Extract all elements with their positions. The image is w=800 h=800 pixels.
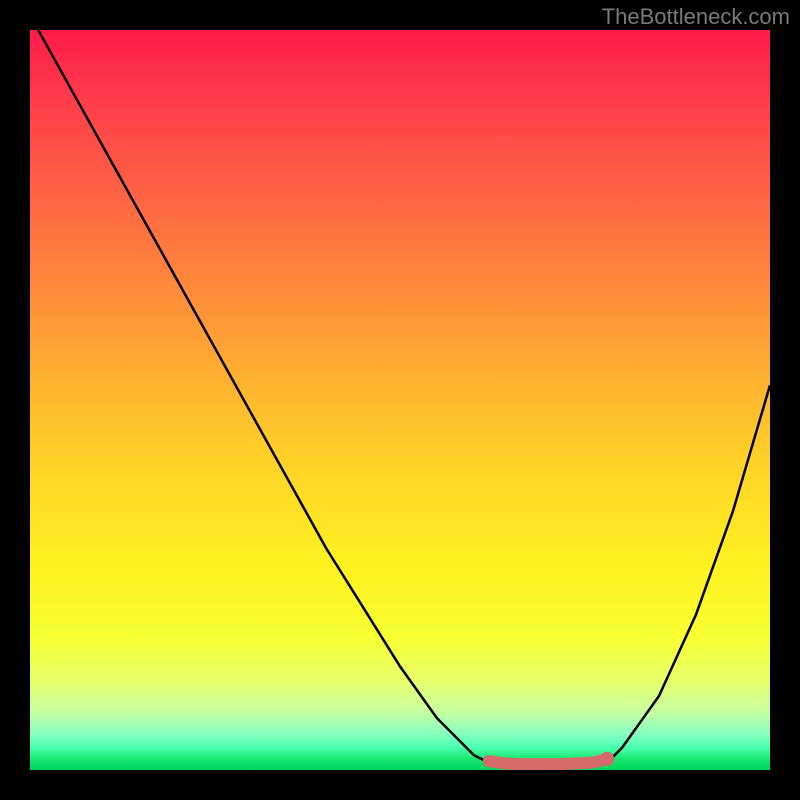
sweet-spot-end-dot [600, 752, 614, 766]
bottleneck-curve [30, 30, 770, 766]
watermark-text: TheBottleneck.com [602, 4, 790, 30]
chart-container: TheBottleneck.com [0, 0, 800, 800]
curve-svg [30, 30, 770, 770]
plot-area [30, 30, 770, 770]
sweet-spot-marker [489, 759, 607, 764]
